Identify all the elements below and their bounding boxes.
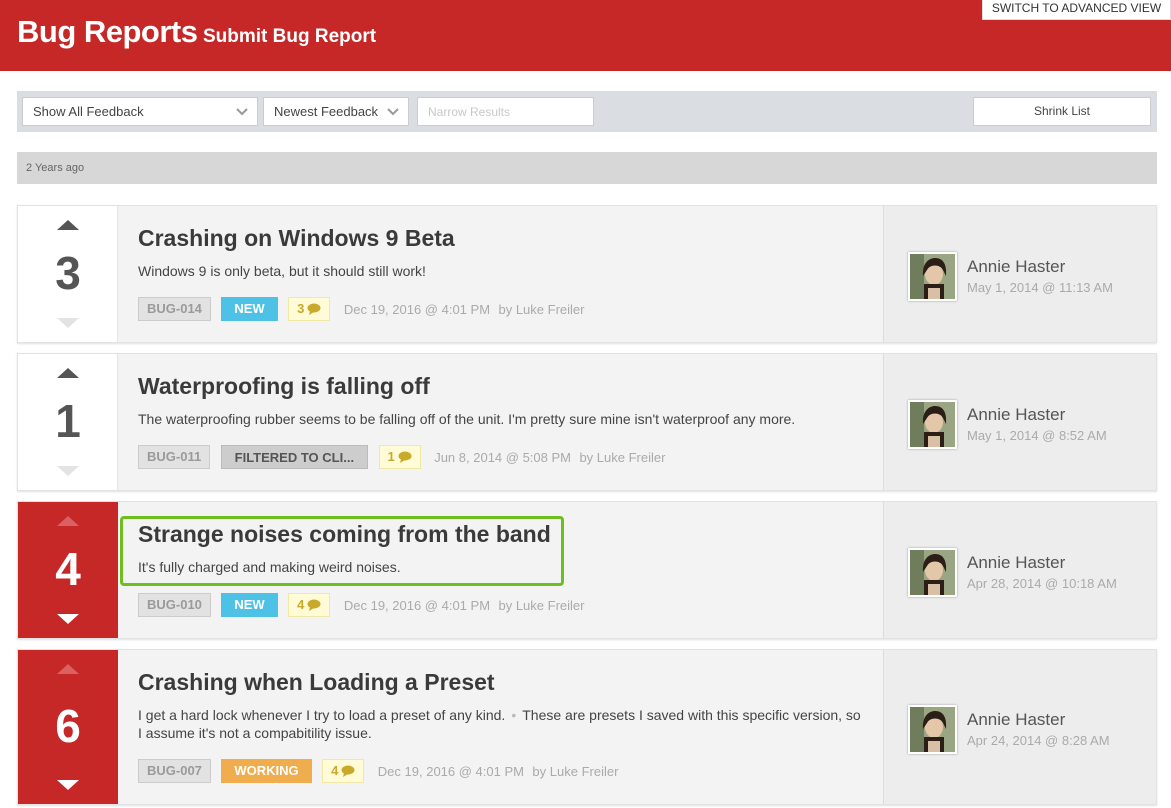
bug-id-badge[interactable]: BUG-011 [138, 445, 211, 469]
chevron-down-icon [387, 108, 399, 116]
status-badge[interactable]: WORKING [221, 759, 312, 783]
report-date: Dec 19, 2016 @ 4:01 PM [343, 301, 491, 317]
vote-count: 6 [55, 700, 81, 752]
sort-select[interactable]: Newest Feedback [263, 97, 409, 126]
author-date: Apr 28, 2014 @ 10:18 AM [967, 576, 1117, 591]
user-portrait-icon [910, 402, 955, 447]
report-meta: BUG-011 FILTERED TO CLI... 1 Jun 8, 2014… [138, 445, 665, 469]
comment-count: 3 [297, 301, 305, 316]
avatar [908, 705, 957, 754]
vote-count: 1 [55, 395, 81, 447]
comment-count: 1 [387, 449, 395, 464]
sort-select-value: Newest Feedback [274, 104, 379, 119]
report-date: Dec 19, 2016 @ 4:01 PM [377, 763, 524, 779]
report-description: I get a hard lock whenever I try to load… [138, 706, 868, 742]
report-body: Strange noises coming from the band It's… [119, 502, 882, 638]
report-body: Crashing when Loading a Preset I get a h… [119, 650, 882, 804]
feedback-filter-value: Show All Feedback [33, 104, 144, 119]
report-title[interactable]: Strange noises coming from the band [138, 521, 551, 548]
shrink-list-button[interactable]: Shrink List [973, 97, 1151, 126]
user-portrait-icon [910, 550, 955, 595]
assignee-panel: Annie Haster Apr 24, 2014 @ 8:28 AM [883, 650, 1156, 804]
assignee-panel: Annie Haster May 1, 2014 @ 8:52 AM [883, 354, 1156, 490]
author-date: May 1, 2014 @ 8:52 AM [967, 428, 1107, 443]
avatar [908, 548, 957, 597]
bug-report-card: 6 Crashing when Loading a Preset I get a… [17, 649, 1157, 805]
author-name[interactable]: Annie Haster [967, 405, 1065, 425]
avatar [908, 400, 957, 449]
report-submitter: by Luke Freiler [498, 301, 585, 317]
assignee-panel: Annie Haster Apr 28, 2014 @ 10:18 AM [883, 502, 1156, 638]
author-name[interactable]: Annie Haster [967, 710, 1065, 730]
comment-count-badge[interactable]: 3 [288, 297, 331, 321]
narrow-results-input[interactable] [417, 97, 594, 126]
vote-panel: 4 [18, 502, 118, 638]
report-title[interactable]: Crashing when Loading a Preset [138, 669, 495, 696]
comment-icon [398, 451, 412, 463]
comment-count: 4 [331, 763, 339, 778]
comment-icon [307, 599, 321, 611]
report-body: Waterproofing is falling off The waterpr… [119, 354, 882, 490]
submit-bug-report-link[interactable]: Submit Bug Report [203, 26, 376, 48]
upvote-arrow-icon[interactable] [57, 516, 79, 526]
user-portrait-icon [910, 254, 955, 299]
report-description: Windows 9 is only beta, but it should st… [138, 263, 426, 279]
downvote-arrow-icon[interactable] [57, 466, 79, 476]
report-description: The waterproofing rubber seems to be fal… [138, 411, 796, 427]
author-date: Apr 24, 2014 @ 8:28 AM [967, 733, 1110, 748]
report-date: Jun 8, 2014 @ 5:08 PM [434, 449, 571, 465]
report-meta: BUG-007 WORKING 4 Dec 19, 2016 @ 4:01 PM… [138, 759, 618, 783]
page-title[interactable]: Bug Reports [17, 14, 198, 50]
vote-count: 4 [55, 543, 81, 595]
report-submitter: by Luke Freiler [532, 763, 619, 779]
bug-report-card: 4 Strange noises coming from the band It… [17, 501, 1157, 639]
assignee-panel: Annie Haster May 1, 2014 @ 11:13 AM [883, 206, 1156, 342]
status-badge[interactable]: NEW [221, 297, 278, 321]
vote-panel: 6 [18, 650, 118, 804]
bug-report-card: 1 Waterproofing is falling off The water… [17, 353, 1157, 491]
comment-count-badge[interactable]: 1 [378, 445, 421, 469]
report-date: Dec 19, 2016 @ 4:01 PM [343, 597, 491, 613]
upvote-arrow-icon[interactable] [57, 220, 79, 230]
report-meta: BUG-010 NEW 4 Dec 19, 2016 @ 4:01 PM by … [138, 593, 584, 617]
report-submitter: by Luke Freiler [579, 449, 666, 465]
report-title[interactable]: Crashing on Windows 9 Beta [138, 225, 455, 252]
switch-advanced-view-button[interactable]: SWITCH TO ADVANCED VIEW [982, 0, 1171, 20]
downvote-arrow-icon[interactable] [57, 780, 79, 790]
report-title[interactable]: Waterproofing is falling off [138, 373, 430, 400]
chevron-down-icon [236, 108, 248, 116]
downvote-arrow-icon[interactable] [57, 614, 79, 624]
status-badge[interactable]: NEW [221, 593, 278, 617]
author-name[interactable]: Annie Haster [967, 553, 1065, 573]
date-group-divider: 2 Years ago [17, 152, 1157, 184]
comment-count-badge[interactable]: 4 [322, 759, 365, 783]
report-description-main: I get a hard lock whenever I try to load… [138, 707, 506, 723]
comment-icon [341, 765, 355, 777]
downvote-arrow-icon[interactable] [57, 318, 79, 328]
comment-count: 4 [297, 597, 305, 612]
status-badge[interactable]: FILTERED TO CLI... [220, 445, 369, 469]
comment-icon [307, 303, 321, 315]
avatar [908, 252, 957, 301]
upvote-arrow-icon[interactable] [57, 368, 79, 378]
vote-panel: 3 [18, 206, 118, 342]
bullet-separator: • [511, 707, 517, 723]
report-body: Crashing on Windows 9 Beta Windows 9 is … [119, 206, 882, 342]
filter-toolbar: Show All Feedback Newest Feedback Shrink… [17, 91, 1157, 132]
author-name[interactable]: Annie Haster [967, 257, 1065, 277]
vote-panel: 1 [18, 354, 118, 490]
author-date: May 1, 2014 @ 11:13 AM [967, 280, 1113, 295]
report-meta: BUG-014 NEW 3 Dec 19, 2016 @ 4:01 PM by … [138, 297, 584, 321]
user-portrait-icon [910, 707, 955, 752]
bug-report-card: 3 Crashing on Windows 9 Beta Windows 9 i… [17, 205, 1157, 343]
vote-count: 3 [55, 247, 81, 299]
bug-id-badge[interactable]: BUG-007 [138, 759, 211, 783]
feedback-filter-select[interactable]: Show All Feedback [22, 97, 258, 126]
report-submitter: by Luke Freiler [498, 597, 585, 613]
bug-id-badge[interactable]: BUG-010 [138, 593, 211, 617]
bug-id-badge[interactable]: BUG-014 [138, 297, 211, 321]
report-description: It's fully charged and making weird nois… [138, 559, 401, 575]
comment-count-badge[interactable]: 4 [288, 593, 331, 617]
upvote-arrow-icon[interactable] [57, 664, 79, 674]
